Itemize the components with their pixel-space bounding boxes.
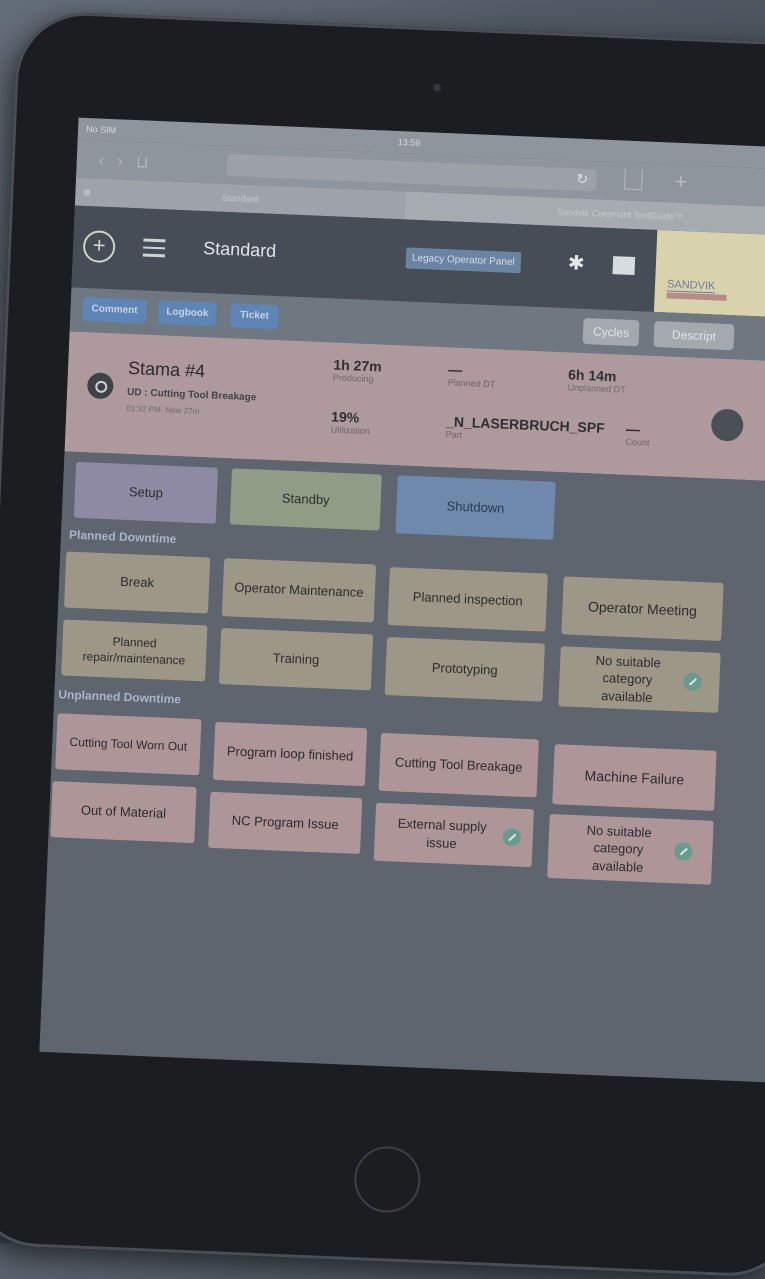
count-value: — — [625, 420, 641, 438]
utilization-stat: 19% Utilization — [330, 408, 370, 436]
tab-standard-label: Standard — [221, 192, 259, 205]
machine-failure-button[interactable]: Machine Failure — [552, 744, 717, 811]
sandvik-logo: SANDVIK — [653, 229, 765, 320]
planned-dt-stat: — Planned DT — [448, 361, 497, 389]
no-suitable-category-planned-button[interactable]: No suitable category available — [558, 646, 721, 713]
external-supply-issue-button[interactable]: External supply issue — [373, 802, 534, 868]
utilization-value: 19% — [330, 408, 360, 426]
ticket-button[interactable]: Ticket — [229, 303, 279, 330]
back-forward-icon[interactable]: ‹ › ⊔ — [98, 151, 149, 173]
no-suitable-category-unplanned-label: No suitable category available — [586, 822, 652, 875]
break-button[interactable]: Break — [64, 551, 211, 614]
unplanned-downtime-heading: Unplanned Downtime — [58, 687, 182, 707]
cycles-button[interactable]: Cycles — [582, 317, 640, 347]
close-tab-icon[interactable] — [83, 188, 91, 197]
standby-button[interactable]: Standby — [229, 468, 382, 531]
clock-text: 13:59 — [397, 137, 421, 148]
carrier-text: No SIM — [85, 123, 117, 136]
screen: No SIM 13:59 100 ‹ › ⊔ ↻ + Standard Sand… — [39, 117, 765, 1084]
utilization-label: Utilization — [330, 424, 370, 437]
operator-maintenance-button[interactable]: Operator Maintenance — [221, 558, 377, 623]
planned-dt-value: — — [447, 361, 463, 378]
logo-text: SANDVIK — [666, 278, 716, 294]
reason-grid: Setup Standby Shutdown Planned Downtime … — [39, 451, 765, 1083]
new-tab-icon[interactable]: + — [674, 169, 688, 196]
share-icon[interactable] — [624, 168, 643, 191]
legacy-operator-panel-button[interactable]: Legacy Operator Panel — [405, 247, 522, 274]
prototyping-button[interactable]: Prototyping — [384, 637, 545, 702]
machine-name: Stama #4 — [127, 357, 206, 382]
training-button[interactable]: Training — [218, 628, 374, 691]
tablet-frame: No SIM 13:59 100 ‹ › ⊔ ↻ + Standard Sand… — [0, 10, 765, 1279]
planned-dt-label: Planned DT — [447, 377, 496, 390]
nc-program-issue-button[interactable]: NC Program Issue — [208, 791, 363, 855]
home-button[interactable] — [352, 1145, 422, 1214]
producing-label: Producing — [332, 372, 374, 385]
planned-downtime-heading: Planned Downtime — [68, 527, 177, 547]
planned-repair-button[interactable]: Planned repair/maintenance — [61, 619, 208, 682]
page-title: Standard — [202, 237, 277, 262]
downtime-reason: UD : Cutting Tool Breakage — [126, 386, 257, 404]
no-suitable-category-planned-label: No suitable category available — [595, 652, 662, 705]
edit-icon[interactable] — [502, 828, 522, 847]
count-label: Count — [625, 436, 650, 448]
edit-icon[interactable] — [673, 842, 693, 861]
reload-icon[interactable]: ↻ — [576, 171, 588, 188]
external-supply-issue-label: External supply issue — [397, 816, 487, 852]
logbook-button[interactable]: Logbook — [157, 300, 217, 327]
unplanned-dt-label: Unplanned DT — [567, 382, 626, 395]
out-of-material-button[interactable]: Out of Material — [50, 781, 197, 844]
producing-stat: 1h 27m Producing — [333, 357, 382, 385]
description-button[interactable]: Descript — [653, 320, 735, 351]
downtime-duration: 01:32 PM- Now 27m — [126, 403, 200, 416]
setup-button[interactable]: Setup — [73, 461, 219, 524]
shutdown-button[interactable]: Shutdown — [395, 475, 556, 540]
hamburger-menu-icon[interactable] — [142, 238, 166, 261]
add-icon[interactable]: + — [82, 229, 116, 264]
planned-inspection-button[interactable]: Planned inspection — [387, 567, 548, 632]
count-stat: — Count — [625, 421, 650, 448]
tab-toolguide-label: Sandvik Coromant ToolGuide™ — [556, 206, 684, 223]
logo-banner — [666, 292, 727, 301]
comment-button[interactable]: Comment — [82, 296, 147, 324]
machine-status-icon[interactable] — [86, 372, 114, 400]
unplanned-dt-stat: 6h 14m Unplanned DT — [567, 366, 626, 394]
operator-meeting-button[interactable]: Operator Meeting — [561, 576, 724, 642]
gear-icon[interactable]: ✱ — [567, 250, 585, 276]
cutting-tool-breakage-button[interactable]: Cutting Tool Breakage — [378, 732, 539, 798]
program-loop-finished-button[interactable]: Program loop finished — [212, 721, 368, 787]
cutting-tool-worn-out-button[interactable]: Cutting Tool Worn Out — [55, 713, 202, 776]
no-suitable-category-unplanned-button[interactable]: No suitable category available — [547, 813, 714, 885]
edit-icon[interactable] — [683, 672, 702, 692]
part-stat: _N_LASERBRUCH_SPF Part — [445, 413, 605, 446]
notes-icon[interactable] — [710, 408, 744, 442]
list-view-icon[interactable] — [612, 256, 636, 276]
camera-icon — [432, 83, 442, 92]
